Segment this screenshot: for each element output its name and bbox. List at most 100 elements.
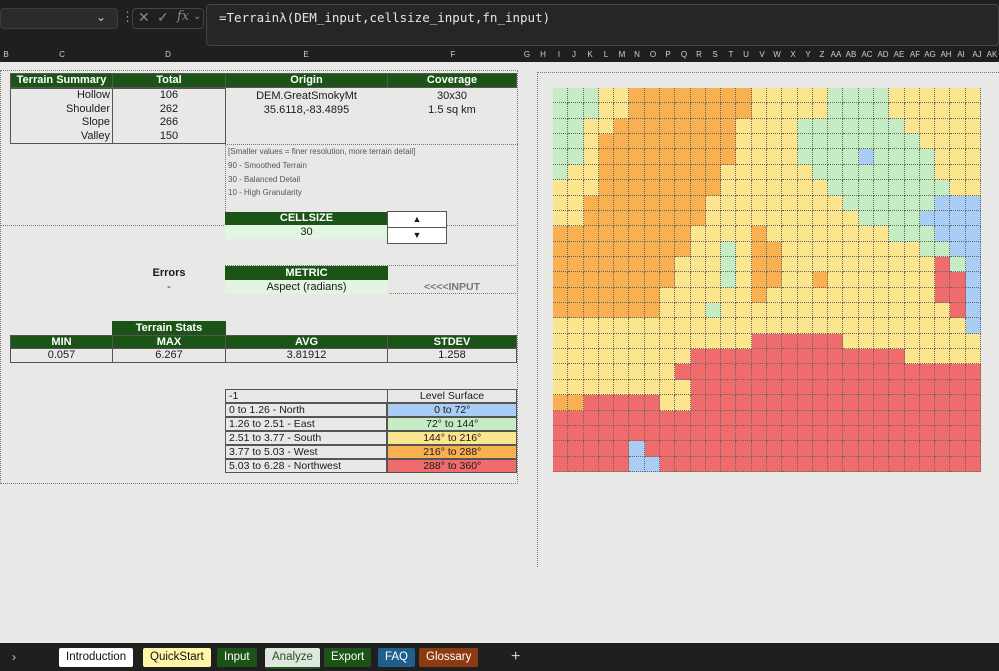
- chevron-right-icon[interactable]: ›: [12, 650, 16, 664]
- map-cell: [797, 195, 813, 211]
- map-cell: [690, 241, 706, 257]
- map-cell: [751, 410, 767, 426]
- column-header-e[interactable]: E: [300, 50, 312, 59]
- column-header: B C D E F G H I J K L M N O P Q R S T U V W X Y Z AA AB AC AD AE AF AG A…: [0, 48, 999, 62]
- input-hint: <<<<INPUT: [423, 281, 481, 293]
- column-header-r[interactable]: R: [693, 50, 705, 59]
- column-header-aj[interactable]: AJ: [971, 50, 983, 59]
- sheet-tab-analyze[interactable]: Analyze: [265, 648, 320, 669]
- column-header-ac[interactable]: AC: [861, 50, 873, 59]
- column-header-ae[interactable]: AE: [893, 50, 905, 59]
- cellsize-down-button[interactable]: ▼: [387, 227, 447, 244]
- column-header-b[interactable]: B: [0, 50, 12, 59]
- map-cell: [721, 318, 737, 334]
- map-cell: [843, 395, 859, 411]
- column-header-d[interactable]: D: [162, 50, 174, 59]
- column-header-g[interactable]: G: [521, 50, 533, 59]
- column-header-q[interactable]: Q: [678, 50, 690, 59]
- column-header-ah[interactable]: AH: [940, 50, 952, 59]
- map-cell: [614, 180, 630, 196]
- column-header-c[interactable]: C: [56, 50, 68, 59]
- map-cell: [690, 379, 706, 396]
- map-cell: [935, 364, 951, 380]
- column-header-x[interactable]: X: [787, 50, 799, 59]
- map-cell: [797, 287, 813, 304]
- column-header-f[interactable]: F: [447, 50, 459, 59]
- column-header-s[interactable]: S: [709, 50, 721, 59]
- cellsize-input[interactable]: 30: [225, 225, 388, 239]
- map-cell: [766, 118, 783, 135]
- sheet-tab-glossary[interactable]: Glossary: [419, 648, 479, 667]
- map-cell: [950, 425, 966, 442]
- map-cell: [583, 272, 599, 288]
- map-cell: [644, 134, 660, 150]
- sheet-tab-introduction[interactable]: Introduction: [59, 648, 134, 667]
- column-header-ab[interactable]: AB: [845, 50, 857, 59]
- column-header-y[interactable]: Y: [802, 50, 814, 59]
- map-cell: [965, 364, 981, 380]
- column-header-n[interactable]: N: [631, 50, 643, 59]
- formula-input[interactable]: =Terrainλ(DEM_input,cellsize_input,fn_in…: [206, 4, 999, 46]
- column-header-aa[interactable]: AA: [830, 50, 842, 59]
- map-cell: [889, 134, 905, 150]
- map-cell: [568, 349, 584, 365]
- chevron-down-icon[interactable]: ⌄: [193, 11, 201, 22]
- sheet-tab-faq[interactable]: FAQ: [378, 648, 416, 667]
- map-cell: [889, 379, 905, 396]
- map-cell: [736, 364, 752, 380]
- column-header-m[interactable]: M: [616, 50, 628, 59]
- map-cell: [736, 395, 752, 411]
- column-header-v[interactable]: V: [756, 50, 768, 59]
- summary-labels: Hollow Shoulder Slope Valley: [10, 89, 110, 143]
- map-cell: [935, 195, 951, 211]
- map-cell: [705, 134, 722, 150]
- map-cell: [904, 441, 920, 457]
- fx-icon[interactable]: fx: [177, 9, 189, 24]
- column-header-k[interactable]: K: [584, 50, 596, 59]
- column-header-p[interactable]: P: [662, 50, 674, 59]
- map-cell: [843, 103, 859, 119]
- column-header-i[interactable]: I: [553, 50, 565, 59]
- map-cell: [705, 241, 722, 257]
- column-header-w[interactable]: W: [771, 50, 783, 59]
- map-cell: [598, 88, 615, 104]
- metric-input[interactable]: Aspect (radians): [225, 280, 388, 294]
- add-sheet-icon[interactable]: +: [511, 648, 520, 666]
- column-header-u[interactable]: U: [740, 50, 752, 59]
- map-cell: [965, 456, 981, 472]
- map-cell: [904, 318, 920, 334]
- chevron-down-icon[interactable]: ⌄: [96, 10, 106, 24]
- map-cell: [782, 118, 798, 135]
- column-header-ad[interactable]: AD: [877, 50, 889, 59]
- column-header-t[interactable]: T: [725, 50, 737, 59]
- column-header-af[interactable]: AF: [909, 50, 921, 59]
- map-cell: [659, 441, 676, 457]
- column-header-z[interactable]: Z: [816, 50, 828, 59]
- map-cell: [675, 379, 691, 396]
- stats-min-header: MIN: [10, 335, 113, 349]
- column-header-o[interactable]: O: [647, 50, 659, 59]
- map-cell: [705, 88, 722, 104]
- map-cell: [736, 164, 752, 181]
- sheet-tab-input[interactable]: Input: [217, 648, 257, 667]
- map-cell: [675, 456, 691, 472]
- map-cell: [721, 425, 737, 442]
- confirm-icon[interactable]: ✓: [157, 9, 169, 26]
- map-cell: [583, 395, 599, 411]
- map-cell: [736, 303, 752, 319]
- map-cell: [583, 441, 599, 457]
- column-header-j[interactable]: J: [568, 50, 580, 59]
- sheet-tab-quickstart[interactable]: QuickStart: [143, 648, 211, 667]
- column-header-ag[interactable]: AG: [924, 50, 936, 59]
- map-cell: [873, 195, 890, 211]
- map-cell: [950, 118, 966, 135]
- cellsize-up-button[interactable]: ▲: [387, 211, 447, 228]
- column-header-l[interactable]: L: [600, 50, 612, 59]
- cancel-icon[interactable]: ✕: [138, 9, 150, 26]
- map-cell: [904, 226, 920, 242]
- map-cell: [873, 180, 890, 196]
- column-header-ai[interactable]: AI: [955, 50, 967, 59]
- column-header-h[interactable]: H: [537, 50, 549, 59]
- sheet-tab-export[interactable]: Export: [324, 648, 372, 667]
- column-header-ak[interactable]: AK: [986, 50, 998, 59]
